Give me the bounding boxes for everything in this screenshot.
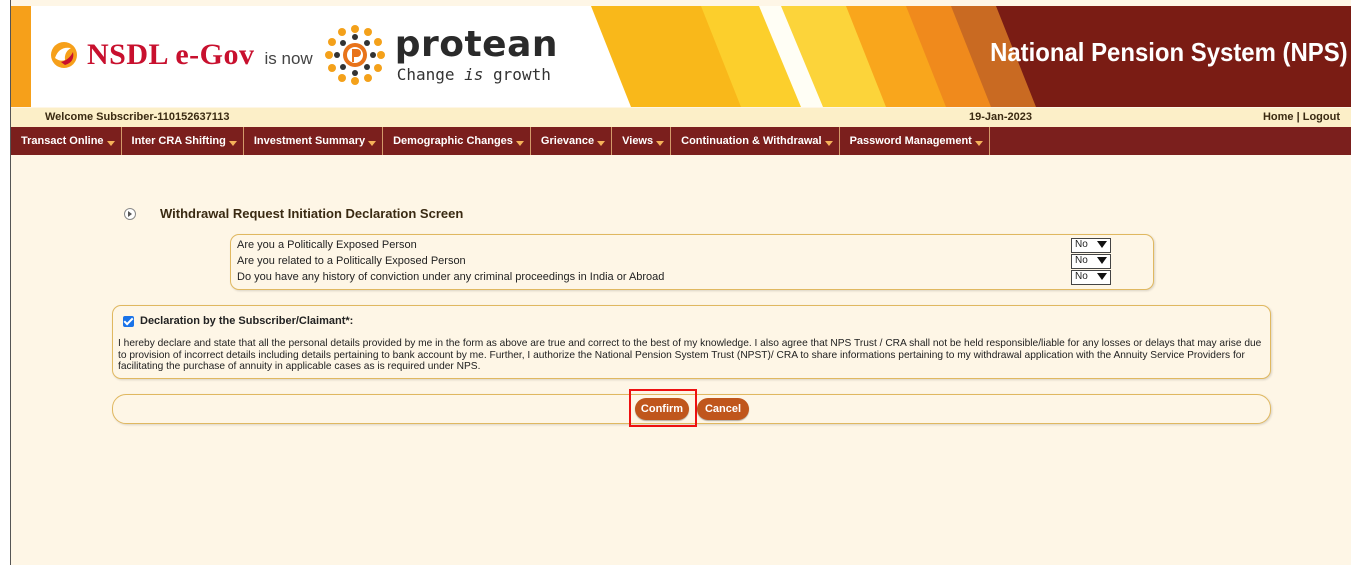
protean-tagline: Change is growth [397,67,558,83]
user-links: Home | Logout [1263,111,1340,123]
question-text: Are you related to a Politically Exposed… [237,255,466,267]
screen-title-row: Withdrawal Request Initiation Declaratio… [124,206,463,221]
menu-label: Grievance [540,135,595,147]
pep-questions-panel: Are you a Politically Exposed Person No … [230,234,1154,290]
question-row: Do you have any history of conviction un… [237,270,1142,286]
related-pep-select[interactable]: No [1071,254,1111,269]
question-text: Do you have any history of conviction un… [237,271,665,283]
declaration-text: I hereby declare and state that all the … [118,338,1262,372]
declaration-title: Declaration by the Subscriber/Claimant*: [140,315,354,327]
page-frame: NSDL e-Gov is now protean Change is grow… [10,0,1351,565]
system-title: National Pension System (NPS) [990,37,1348,67]
caret-down-icon [228,140,237,146]
header-banner: NSDL e-Gov is now protean Change is grow… [11,6,1351,107]
tagline-start: Change [396,65,465,84]
menu-views[interactable]: Views [612,127,672,155]
page-title: Withdrawal Request Initiation Declaratio… [160,206,464,221]
banner-left-strip [11,6,31,107]
caret-down-icon [597,140,606,146]
logout-link[interactable]: Logout [1303,111,1340,123]
select-value: No [1075,255,1088,266]
menu-transact-online[interactable]: Transact Online [11,127,122,155]
menu-investment-summary[interactable]: Investment Summary [244,127,384,155]
cancel-button[interactable]: Cancel [697,398,749,420]
caret-down-icon [974,140,983,146]
menu-inter-cra-shifting[interactable]: Inter CRA Shifting [122,127,244,155]
pep-select[interactable]: No [1071,238,1111,253]
chevron-down-icon [1097,257,1107,264]
nsdl-brand-text: NSDL e-Gov [87,38,255,71]
confirm-button[interactable]: Confirm [635,398,689,420]
main-menu: Transact Online Inter CRA Shifting Inves… [11,127,1351,155]
menu-password-management[interactable]: Password Management [840,127,990,155]
declaration-checkbox[interactable] [123,315,134,327]
home-link[interactable]: Home [1263,111,1294,123]
conviction-history-select[interactable]: No [1071,270,1111,285]
chevron-down-icon [1097,273,1107,280]
select-value: No [1075,239,1088,250]
menu-continuation-withdrawal[interactable]: Continuation & Withdrawal [671,127,840,155]
caret-down-icon [656,140,665,146]
welcome-bar: Welcome Subscriber-110152637113 19-Jan-2… [11,108,1351,127]
tagline-end: growth [483,65,551,84]
is-now-text: is now [264,49,313,68]
current-date: 19-Jan-2023 [969,111,1032,123]
question-text: Are you a Politically Exposed Person [237,239,417,251]
menu-label: Investment Summary [253,135,366,147]
protean-wordmark: protean Change is growth [395,27,558,83]
menu-label: Demographic Changes [393,135,513,147]
menu-label: Password Management [849,135,972,147]
caret-down-icon [106,140,115,146]
question-row: Are you related to a Politically Exposed… [237,254,1142,270]
menu-demographic-changes[interactable]: Demographic Changes [383,127,531,155]
caret-down-icon [515,140,524,146]
arrow-bullet-icon [124,207,136,220]
link-separator: | [1293,111,1303,123]
declaration-panel: Declaration by the Subscriber/Claimant*:… [112,305,1271,379]
caret-down-icon [368,140,377,146]
welcome-text: Welcome Subscriber-110152637113 [45,111,230,123]
tagline-is: is [464,65,484,84]
declaration-header: Declaration by the Subscriber/Claimant*: [123,315,353,327]
protean-logo-icon [324,25,385,85]
menu-label: Inter CRA Shifting [131,135,226,147]
question-row: Are you a Politically Exposed Person No [237,238,1142,254]
menu-label: Transact Online [21,135,104,147]
menu-label: Views [622,135,654,147]
chevron-down-icon [1097,241,1107,248]
select-value: No [1075,271,1088,282]
menu-grievance[interactable]: Grievance [531,127,613,155]
nsdl-logo-icon [51,42,77,68]
caret-down-icon [824,140,833,146]
protean-brand-text: protean [394,24,559,65]
menu-label: Continuation & Withdrawal [681,135,822,147]
brand-logo[interactable]: NSDL e-Gov is now protean Change is grow… [49,20,558,90]
